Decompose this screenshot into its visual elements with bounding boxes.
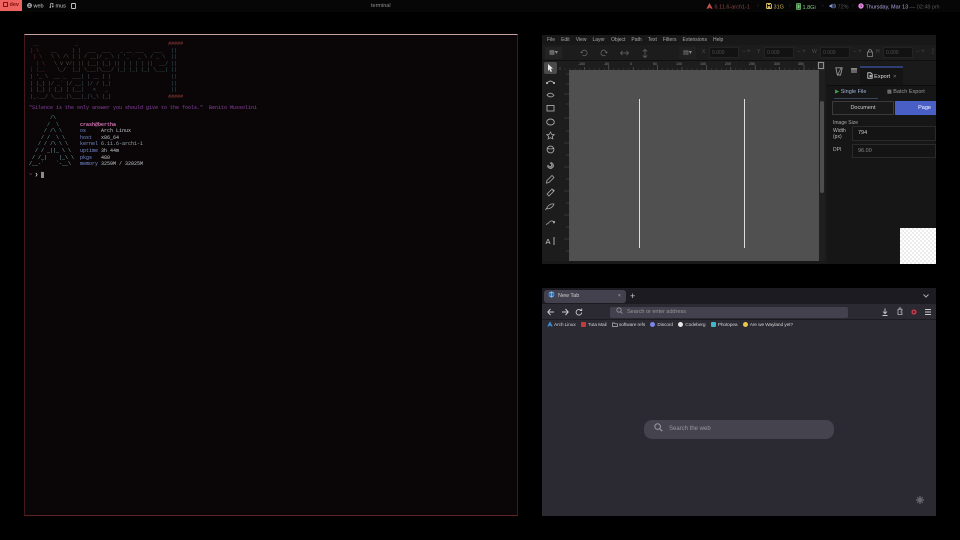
svg-text:0: 0 <box>630 62 632 66</box>
svg-text:100: 100 <box>676 62 682 66</box>
svg-text:A: A <box>546 237 551 246</box>
svg-text:-50: -50 <box>604 62 609 66</box>
svg-text:250: 250 <box>749 62 755 66</box>
svg-text:50: 50 <box>653 62 657 66</box>
svg-text:350: 350 <box>798 62 804 66</box>
svg-text:200: 200 <box>725 62 731 66</box>
svg-text:150: 150 <box>700 62 706 66</box>
svg-text:300: 300 <box>774 62 780 66</box>
svg-text:-100: -100 <box>578 62 585 66</box>
